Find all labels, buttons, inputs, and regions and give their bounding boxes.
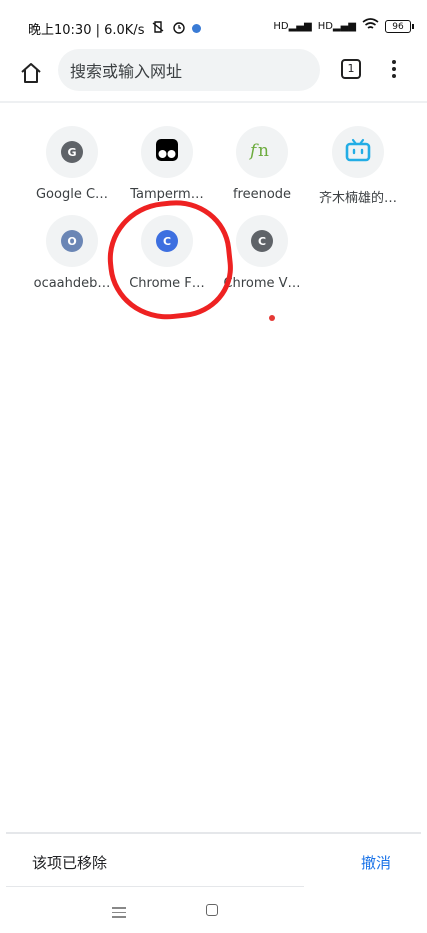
signal-label: HD (273, 21, 289, 32)
omnibox-placeholder: 搜索或输入网址 (70, 62, 183, 81)
browser-toolbar: 搜索或输入网址 1 (0, 46, 427, 100)
tampermonkey-icon (155, 138, 179, 166)
tile-label: Tamperm… (130, 187, 204, 202)
signal-icon: HD▂▄▆ (317, 21, 356, 32)
signal-icon: HD▂▄▆ (273, 21, 312, 32)
tile-tampermonkey[interactable]: Tamperm… (119, 126, 215, 202)
system-nav-bar (0, 892, 427, 933)
tile-icon-bg: C (236, 215, 288, 267)
browser-dot-icon (192, 24, 202, 33)
tile-freenode[interactable]: f n freenode (214, 126, 310, 202)
no-vibrate-icon (150, 20, 166, 38)
tile-google-chrome[interactable]: G Google C… (24, 126, 120, 202)
letter-o-icon: O (61, 230, 83, 252)
svg-text:n: n (258, 141, 269, 161)
nav-home-icon[interactable] (206, 904, 218, 916)
bilibili-icon (344, 138, 372, 166)
tile-icon-bg (332, 126, 384, 178)
home-icon[interactable] (18, 60, 44, 86)
tile-label: 齐木楠雄的… (318, 191, 397, 206)
recents-menu-icon[interactable] (112, 904, 126, 921)
tile-icon-bg: G (46, 126, 98, 178)
tile-bilibili[interactable]: 齐木楠雄的… (310, 126, 406, 206)
tile-label: ocaahdeb… (33, 276, 111, 291)
nav-divider (6, 886, 304, 887)
tab-switcher-button[interactable]: 1 (341, 59, 361, 79)
status-time-speed: 晚上10:30 | 6.0K/s (28, 23, 145, 38)
snackbar-message: 该项已移除 (32, 854, 108, 872)
battery-icon: 96 (385, 20, 414, 33)
tile-icon-bg: f n (236, 126, 288, 178)
signal-label: HD (317, 21, 333, 32)
tile-icon-bg: O (46, 215, 98, 267)
alarm-icon (172, 20, 186, 38)
tile-label: freenode (232, 187, 292, 202)
omnibox-input[interactable]: 搜索或输入网址 (58, 49, 320, 91)
wifi-icon (362, 18, 379, 35)
letter-g-icon: G (61, 141, 83, 163)
more-menu-icon[interactable] (384, 57, 404, 83)
tile-icon-bg (141, 126, 193, 178)
annotation-dot (269, 315, 275, 321)
letter-c-icon: C (251, 230, 273, 252)
snackbar: 该项已移除 撤消 (0, 834, 427, 888)
toolbar-divider (0, 101, 427, 103)
tile-ocaahdeb[interactable]: O ocaahdeb… (24, 215, 120, 291)
undo-button[interactable]: 撤消 (361, 852, 391, 873)
freenode-icon: f n (248, 139, 276, 165)
tile-label: Google C… (35, 187, 109, 202)
